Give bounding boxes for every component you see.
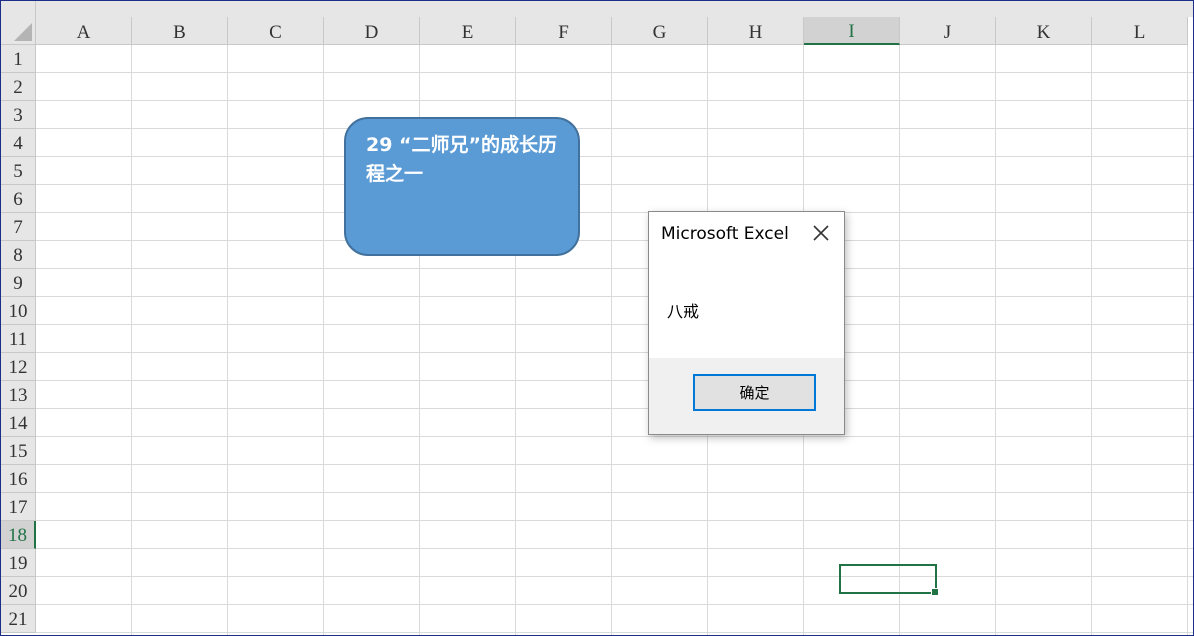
row-header-10[interactable]: 10 [1,297,36,325]
row-header-1[interactable]: 1 [1,45,36,73]
row-header-21[interactable]: 21 [1,605,36,633]
row-header-8[interactable]: 8 [1,241,36,269]
row-header-14[interactable]: 14 [1,409,36,437]
message-box-dialog: Microsoft Excel 八戒 确定 [648,211,845,435]
column-header-a[interactable]: A [36,17,132,45]
column-header-c[interactable]: C [228,17,324,45]
active-cell-selection[interactable] [839,564,939,596]
column-headers: ABCDEFGHIJKL [36,17,1193,45]
column-header-f[interactable]: F [516,17,612,45]
row-header-17[interactable]: 17 [1,493,36,521]
select-all-corner[interactable] [1,1,36,45]
row-header-4[interactable]: 4 [1,129,36,157]
row-header-2[interactable]: 2 [1,73,36,101]
row-header-7[interactable]: 7 [1,213,36,241]
row-header-11[interactable]: 11 [1,325,36,353]
header-strip [36,1,1193,17]
row-header-3[interactable]: 3 [1,101,36,129]
row-header-5[interactable]: 5 [1,157,36,185]
ok-button[interactable]: 确定 [693,374,816,411]
dialog-footer: 确定 [649,358,844,434]
row-header-20[interactable]: 20 [1,577,36,605]
row-header-15[interactable]: 15 [1,437,36,465]
cell-grid[interactable] [36,45,1193,635]
column-header-b[interactable]: B [132,17,228,45]
row-header-12[interactable]: 12 [1,353,36,381]
excel-window: ABCDEFGHIJKL 1 2 3 4 5 6 7 8 9 10 11 12 13 14 15 16 17 18… [0,0,1194,636]
row-header-19[interactable]: 19 [1,549,36,577]
close-icon[interactable] [810,222,832,244]
column-header-d[interactable]: D [324,17,420,45]
dialog-message: 八戒 [667,302,700,321]
column-header-e[interactable]: E [420,17,516,45]
fill-handle[interactable] [931,588,939,596]
row-header-16[interactable]: 16 [1,465,36,493]
row-header-18[interactable]: 18 [1,521,36,549]
column-header-h[interactable]: H [708,17,804,45]
rounded-rectangle-shape[interactable]: 29 “二师兄”的成长历程之一 [344,117,580,256]
column-header-l[interactable]: L [1092,17,1188,45]
row-headers: 1 2 3 4 5 6 7 8 9 10 11 12 13 14 15 16 17 18 19 20 21 [1,45,36,633]
dialog-title: Microsoft Excel [661,224,789,244]
row-header-6[interactable]: 6 [1,185,36,213]
column-header-i[interactable]: I [804,17,900,45]
column-header-g[interactable]: G [612,17,708,45]
select-all-triangle-icon [14,23,32,41]
column-header-k[interactable]: K [996,17,1092,45]
shape-text: 29 “二师兄”的成长历程之一 [366,134,558,185]
row-header-13[interactable]: 13 [1,381,36,409]
column-header-j[interactable]: J [900,17,996,45]
row-header-9[interactable]: 9 [1,269,36,297]
